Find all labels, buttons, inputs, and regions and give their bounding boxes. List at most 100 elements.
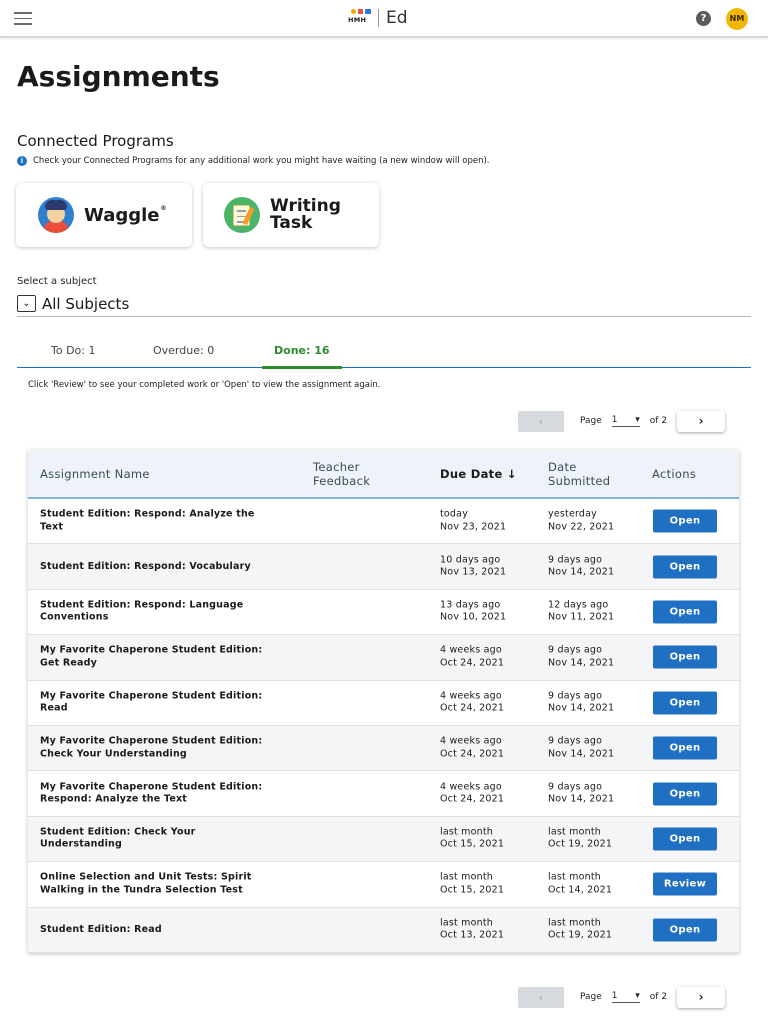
due-date: 4 weeks ago Oct 24, 2021 xyxy=(440,735,505,760)
due-date: 4 weeks ago Oct 24, 2021 xyxy=(440,781,505,805)
page-label: Page xyxy=(580,416,602,426)
assignment-tabs: To Do: 1 Overdue: 0 Done: 16 xyxy=(17,338,751,369)
avatar[interactable]: NM xyxy=(726,8,748,30)
date-submitted: yesterday Nov 22, 2021 xyxy=(548,508,615,533)
page-count: of 2 xyxy=(649,992,668,1002)
subject-select-value: All Subjects xyxy=(42,294,130,313)
waggle-logo-icon xyxy=(38,197,74,233)
table-row: Student Edition: Read last month Oct 13, 2… xyxy=(28,907,739,953)
table-row: Student Edition: Check Your Understanding… xyxy=(28,816,739,863)
due-date: last month Oct 15, 2021 xyxy=(440,871,505,896)
review-button[interactable]: Review xyxy=(653,872,717,896)
assignment-name: My Favorite Chaperone Student Edition: Re… xyxy=(40,781,263,805)
next-page-button[interactable]: › xyxy=(677,410,726,432)
date-submitted: 9 days ago Nov 14, 2021 xyxy=(548,690,615,714)
info-icon: i xyxy=(17,156,27,166)
product-name: Ed xyxy=(386,8,408,28)
open-button[interactable]: Open xyxy=(653,782,717,806)
done-tab-hint: Click 'Review' to see your completed wor… xyxy=(28,380,381,390)
column-header-date-submitted: Date Submitted xyxy=(548,460,611,488)
due-date: last month Oct 13, 2021 xyxy=(440,917,505,941)
table-row: Student Edition: Respond: Language Conven… xyxy=(28,590,739,636)
assignment-name: Student Edition: Respond: Vocabulary xyxy=(40,560,251,572)
open-button[interactable]: Open xyxy=(653,918,717,942)
connected-programs-info: i Check your Connected Programs for any … xyxy=(17,156,490,166)
assignment-name: Student Edition: Respond: Analyze the Tex… xyxy=(40,508,255,533)
hmh-logo-text: HMH xyxy=(348,16,367,24)
open-button[interactable]: Open xyxy=(653,600,717,624)
assignments-table: Assignment Name Teacher Feedback Due Date… xyxy=(28,450,739,953)
assignment-name: My Favorite Chaperone Student Edition: Re… xyxy=(40,690,263,714)
due-date: 4 weeks ago Oct 24, 2021 xyxy=(440,644,505,669)
due-date: 13 days ago Nov 10, 2021 xyxy=(440,599,507,623)
open-button[interactable]: Open xyxy=(653,509,717,533)
due-date: 4 weeks ago Oct 24, 2021 xyxy=(440,690,505,714)
column-header-due-date[interactable]: Due Date ↓ xyxy=(440,467,517,481)
date-submitted: 9 days ago Nov 14, 2021 xyxy=(548,554,615,578)
page-label: Page xyxy=(580,992,602,1002)
page-count: of 2 xyxy=(649,416,668,426)
tab-overdue[interactable]: Overdue: 0 xyxy=(153,344,214,357)
due-date: last month Oct 15, 2021 xyxy=(440,826,505,850)
caret-down-icon: ▾ xyxy=(635,991,640,1001)
column-header-assignment-name: Assignment Name xyxy=(40,467,150,481)
assignment-name: My Favorite Chaperone Student Edition: Ge… xyxy=(40,644,263,669)
assignment-name: Online Selection and Unit Tests: Spirit W… xyxy=(40,871,252,896)
waggle-program-card[interactable]: Waggle® xyxy=(16,183,192,247)
logo-divider xyxy=(378,9,379,27)
page-select[interactable]: 1 ▾ xyxy=(611,415,640,427)
assignment-name: Student Edition: Read xyxy=(40,923,162,935)
writing-task-label: Writing Task xyxy=(270,196,341,233)
tab-done[interactable]: Done: 16 xyxy=(262,344,341,369)
open-button[interactable]: Open xyxy=(653,645,717,669)
subject-select-label: Select a subject xyxy=(17,276,97,287)
column-header-actions: Actions xyxy=(652,467,697,481)
open-button[interactable]: Open xyxy=(653,827,717,851)
assignment-name: Student Edition: Respond: Language Conven… xyxy=(40,599,244,623)
connected-programs-title: Connected Programs xyxy=(17,132,174,150)
table-row: My Favorite Chaperone Student Edition: Ge… xyxy=(28,635,739,681)
date-submitted: last month Oct 19, 2021 xyxy=(548,826,613,850)
help-icon[interactable]: ? xyxy=(696,11,711,26)
table-row: My Favorite Chaperone Student Edition: Re… xyxy=(28,681,739,726)
due-date: 10 days ago Nov 13, 2021 xyxy=(440,554,507,578)
top-bar: HMH Ed ? NM xyxy=(0,0,768,38)
table-row: My Favorite Chaperone Student Edition: Re… xyxy=(28,771,739,817)
pagination-top: ‹ Page 1 ▾ of 2 › xyxy=(518,410,726,432)
writing-task-program-card[interactable]: Writing Task xyxy=(203,183,379,247)
date-submitted: 12 days ago Nov 11, 2021 xyxy=(548,599,615,623)
page-title: Assignments xyxy=(17,60,220,93)
waggle-label: Waggle® xyxy=(84,204,167,226)
writing-task-logo-icon xyxy=(224,197,260,233)
date-submitted: 9 days ago Nov 14, 2021 xyxy=(548,644,615,669)
date-submitted: 9 days ago Nov 14, 2021 xyxy=(548,781,615,805)
open-button[interactable]: Open xyxy=(653,555,717,579)
pagination-bottom: ‹ Page 1 ▾ of 2 › xyxy=(518,986,726,1008)
connected-programs-info-text: Check your Connected Programs for any ad… xyxy=(33,156,490,166)
previous-page-button[interactable]: ‹ xyxy=(518,986,564,1008)
table-row: My Favorite Chaperone Student Edition: Ch… xyxy=(28,725,739,772)
column-header-teacher-feedback: Teacher Feedback xyxy=(313,460,371,488)
date-submitted: last month Oct 14, 2021 xyxy=(548,871,613,896)
date-submitted: 9 days ago Nov 14, 2021 xyxy=(548,735,615,760)
subject-select[interactable]: ⌄ All Subjects xyxy=(17,291,751,317)
chevron-down-icon[interactable]: ⌄ xyxy=(17,295,36,312)
tab-to-do[interactable]: To Do: 1 xyxy=(51,344,95,357)
page-select[interactable]: 1 ▾ xyxy=(611,991,640,1003)
table-body: Student Edition: Respond: Analyze the Tex… xyxy=(28,499,739,953)
caret-down-icon: ▾ xyxy=(635,415,640,425)
table-row: Online Selection and Unit Tests: Spirit W… xyxy=(28,862,739,908)
assignment-name: My Favorite Chaperone Student Edition: Ch… xyxy=(40,735,263,760)
hmh-ed-logo[interactable]: HMH Ed xyxy=(348,8,408,28)
next-page-button[interactable]: › xyxy=(677,986,726,1008)
table-row: Student Edition: Respond: Analyze the Tex… xyxy=(28,499,739,545)
assignment-name: Student Edition: Check Your Understanding xyxy=(40,826,196,850)
hamburger-menu-icon[interactable] xyxy=(14,12,32,26)
hmh-logo-icon: HMH xyxy=(348,9,372,27)
table-header: Assignment Name Teacher Feedback Due Date… xyxy=(28,450,739,499)
open-button[interactable]: Open xyxy=(653,736,717,760)
date-submitted: last month Oct 19, 2021 xyxy=(548,917,613,941)
open-button[interactable]: Open xyxy=(653,691,717,715)
previous-page-button[interactable]: ‹ xyxy=(518,410,564,432)
due-date: today Nov 23, 2021 xyxy=(440,508,507,533)
